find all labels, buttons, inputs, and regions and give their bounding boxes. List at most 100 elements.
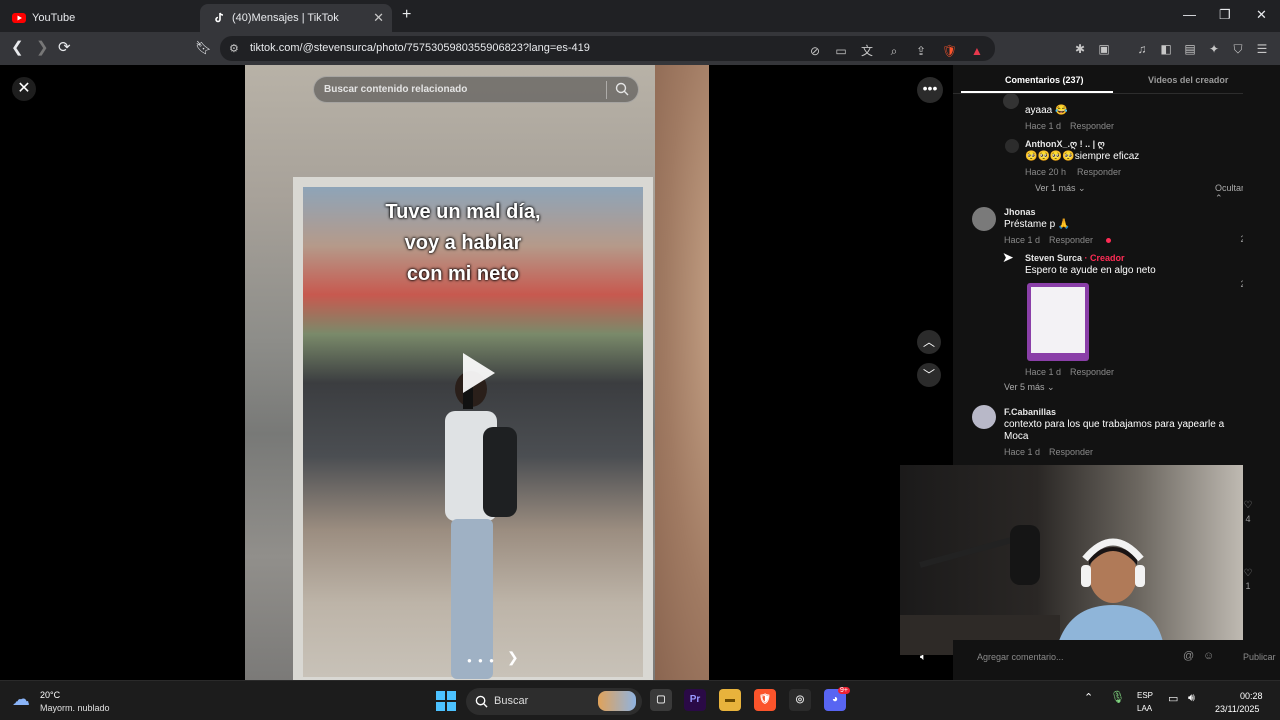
task-view-icon[interactable]: ▢ — [650, 689, 672, 711]
weather-temperature[interactable]: 20°C — [40, 690, 60, 700]
new-tab-button[interactable]: + — [402, 6, 411, 24]
wallet-icon[interactable]: ▤ — [1183, 42, 1197, 56]
file-explorer-icon[interactable]: ▬ — [719, 689, 741, 711]
comment-author[interactable]: AnthonX_.ღ ! .. | ღ — [1025, 139, 1105, 150]
tab-comments[interactable]: Comentarios (237) — [1005, 75, 1084, 85]
volume-tray-icon[interactable]: 🔊︎ — [1188, 692, 1195, 705]
person-silhouette — [445, 371, 517, 679]
close-tab-icon[interactable]: ✕ — [373, 10, 384, 26]
windows-start-icon[interactable] — [436, 691, 456, 711]
network-icon[interactable]: ▭ — [1168, 692, 1178, 705]
screenshot-thumbnail — [1031, 287, 1085, 353]
tab-tiktok-label: (40)Mensajes | TikTok — [232, 12, 339, 24]
search-icon — [475, 695, 488, 708]
restore-icon[interactable]: ❐ — [1219, 7, 1231, 23]
author-name: Steven Surca — [1025, 253, 1083, 263]
next-post-button[interactable]: ﹀ — [917, 363, 941, 387]
clock-date[interactable]: 23/11/2025 — [1215, 704, 1259, 714]
weather-description[interactable]: Mayorm. nublado — [40, 703, 110, 713]
extensions-icon[interactable]: ✱ — [1073, 42, 1087, 56]
avatar[interactable] — [972, 405, 996, 429]
comment-image-attachment[interactable] — [1027, 283, 1089, 361]
music-icon[interactable]: ♫ — [1135, 42, 1149, 56]
comment-text-line-1: contexto para los que trabajamos para ya… — [1004, 419, 1225, 430]
tab-creator-videos[interactable]: Videos del creador — [1148, 75, 1228, 85]
language-indicator[interactable]: ESP — [1137, 691, 1153, 700]
search-highlight-image — [598, 691, 636, 711]
window-close-icon[interactable]: ✕ — [1256, 7, 1267, 23]
translate-icon[interactable]: 文 — [860, 44, 874, 58]
comment-author[interactable]: Jhonas — [1004, 207, 1036, 217]
creator-badge: · Creador — [1084, 253, 1125, 263]
taskbar-search[interactable]: Buscar — [466, 688, 642, 715]
premiere-pro-icon[interactable]: Pr — [684, 689, 706, 711]
related-search-box[interactable]: Buscar contenido relacionado — [313, 76, 639, 103]
like-count: 233 — [1240, 279, 1243, 289]
obs-icon[interactable]: ◎ — [789, 689, 811, 711]
reply-button[interactable]: Responder — [1070, 367, 1114, 377]
mention-icon[interactable]: @ — [1183, 650, 1194, 662]
see-more-label: Ver 1 más — [1035, 183, 1076, 193]
comment-author[interactable]: F.Cabanillas — [1004, 407, 1056, 417]
see-more-label: Ver 5 más — [1004, 382, 1045, 392]
publish-button[interactable]: Publicar — [1243, 652, 1276, 662]
taskbar-search-label: Buscar — [494, 695, 529, 707]
media-icon[interactable]: ⊘ — [808, 44, 822, 58]
comment-time: Hace 1 d — [1004, 235, 1041, 245]
more-options-button[interactable]: ••• — [917, 77, 943, 103]
avatar[interactable] — [1005, 139, 1019, 153]
weather-cloud-icon[interactable]: ☁ — [12, 689, 30, 710]
screenshot-icon[interactable]: ▣ — [1097, 42, 1111, 56]
see-more-replies[interactable]: Ver 5 más ⌄ — [1004, 382, 1055, 393]
close-viewer-button[interactable]: ✕ — [12, 77, 36, 101]
sidebar-icon[interactable]: ◧ — [1159, 42, 1173, 56]
brave-rewards-icon[interactable]: ▲ — [970, 44, 984, 58]
search-divider — [606, 81, 607, 99]
tab-youtube[interactable]: YouTube — [0, 4, 200, 32]
play-icon[interactable] — [463, 353, 495, 393]
reply-button[interactable]: Responder — [1070, 121, 1114, 131]
zoom-icon[interactable]: ⌕ — [887, 44, 901, 58]
search-icon[interactable] — [615, 82, 629, 96]
reply-button[interactable]: Responder — [1077, 167, 1121, 177]
like-count: 0 — [1236, 165, 1243, 175]
reply-button[interactable]: Responder — [1049, 235, 1093, 245]
previous-post-button[interactable]: ︿ — [917, 330, 941, 354]
keyboard-layout[interactable]: LAA — [1137, 704, 1152, 713]
comment-text-line-2: Moca — [1004, 431, 1029, 442]
mouse-cursor-icon: ➤ — [1002, 249, 1014, 265]
see-more-replies[interactable]: Ver 1 más ⌄ — [1035, 183, 1086, 194]
bookmark-icon[interactable]: 🔖︎ — [195, 40, 212, 56]
cast-icon[interactable]: ▭ — [834, 44, 848, 58]
minimize-icon[interactable]: — — [1183, 7, 1196, 22]
back-icon[interactable]: ❮ — [11, 38, 24, 56]
site-info-icon[interactable]: ⚙ — [229, 42, 239, 55]
tray-chevron-icon[interactable]: ⌃ — [1084, 691, 1093, 704]
comment-time: Hace 20 h — [1025, 167, 1067, 177]
reload-icon[interactable]: ⟳ — [58, 38, 71, 56]
tab-tiktok[interactable]: (40)Mensajes | TikTok ✕ — [200, 4, 392, 32]
brave-shields-icon[interactable]: 🛡︎ — [942, 44, 957, 58]
tiktok-icon — [212, 11, 226, 25]
webcam-overlay — [900, 465, 1243, 655]
share-icon[interactable]: ⇪ — [914, 44, 928, 58]
comment-text: Préstame p 🙏 — [1004, 219, 1071, 230]
post-photo[interactable]: Buscar contenido relacionado Tuve un mal… — [245, 65, 709, 680]
hide-replies[interactable]: Ocultar ⌃ — [1215, 183, 1243, 204]
next-photo-icon[interactable]: ❯ — [507, 649, 519, 666]
vpn-icon[interactable]: ⛉ — [1231, 42, 1245, 56]
avatar[interactable] — [1003, 93, 1019, 109]
comment-author[interactable]: Steven Surca · Creador — [1025, 253, 1125, 263]
reply-button[interactable]: Responder — [1049, 447, 1093, 457]
leo-ai-icon[interactable]: ✦ — [1207, 42, 1221, 56]
avatar[interactable] — [972, 207, 996, 231]
clock-time[interactable]: 00:28 — [1240, 691, 1263, 701]
tray-mic-icon[interactable]: 🎙︎ — [1110, 690, 1125, 704]
photo-pagination-dots: ● ● ● — [467, 656, 496, 665]
forward-icon[interactable]: ❯ — [36, 38, 49, 56]
emoji-icon[interactable]: ☺ — [1203, 650, 1214, 662]
add-comment-input[interactable]: Agregar comentario... — [977, 652, 1064, 662]
address-bar[interactable]: ⚙ tiktok.com/@stevensurca/photo/75753059… — [220, 36, 995, 61]
menu-icon[interactable]: ☰ — [1255, 42, 1269, 56]
brave-browser-icon[interactable]: 🛡︎ — [754, 689, 776, 711]
